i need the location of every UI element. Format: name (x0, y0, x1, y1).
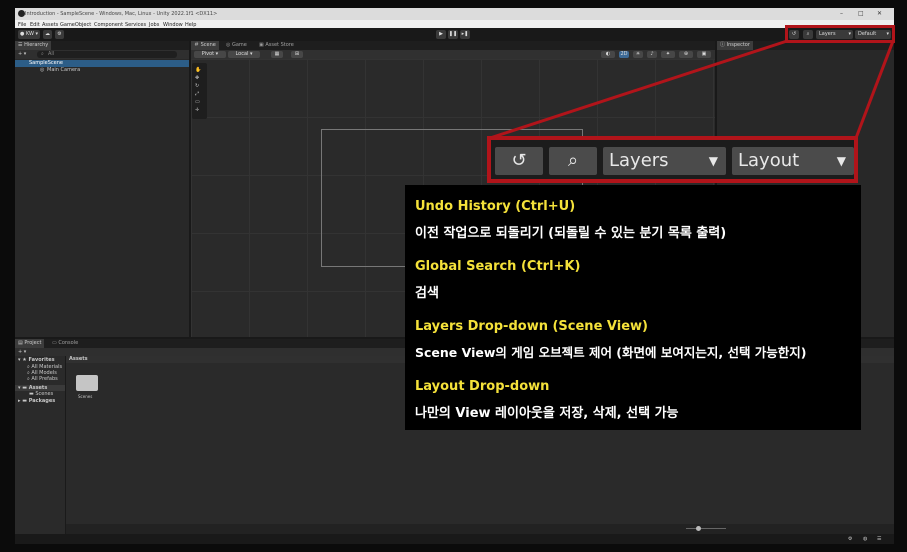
tip-heading: Global Search (Ctrl+K) (415, 259, 581, 274)
callout-line-left (489, 39, 788, 140)
layout-dropdown-zoomed-label: Layout (738, 150, 800, 171)
layers-dropdown-zoomed[interactable]: Layers ▼ (603, 147, 726, 175)
callout-line-right (854, 40, 895, 139)
search-icon[interactable]: ⌕ (549, 147, 597, 175)
tip-description: Scene View의 게임 오브젝트 제어 (화면에 보여지는지, 선택 가능… (415, 345, 807, 360)
tip-heading: Undo History (Ctrl+U) (415, 199, 576, 214)
chevron-down-icon: ▼ (836, 154, 846, 168)
zoomed-toolbar-callout: ↺ ⌕ Layers ▼ Layout ▼ (487, 136, 858, 183)
explanation-tooltip: Undo History (Ctrl+U) 이전 작업으로 되돌리기 (되돌릴 … (405, 185, 861, 430)
tip-heading: Layers Drop-down (Scene View) (415, 319, 648, 334)
layout-dropdown-zoomed[interactable]: Layout ▼ (732, 147, 854, 175)
chevron-down-icon: ▼ (708, 154, 718, 168)
tip-description: 이전 작업으로 되돌리기 (되돌릴 수 있는 분기 목록 출력) (415, 226, 727, 241)
layers-dropdown-zoomed-label: Layers (609, 150, 669, 171)
undo-history-icon[interactable]: ↺ (495, 147, 543, 175)
tip-heading: Layout Drop-down (415, 379, 550, 394)
tip-description: 검색 (415, 286, 439, 301)
tip-description: 나만의 View 레이아웃을 저장, 삭제, 선택 가능 (415, 406, 679, 421)
